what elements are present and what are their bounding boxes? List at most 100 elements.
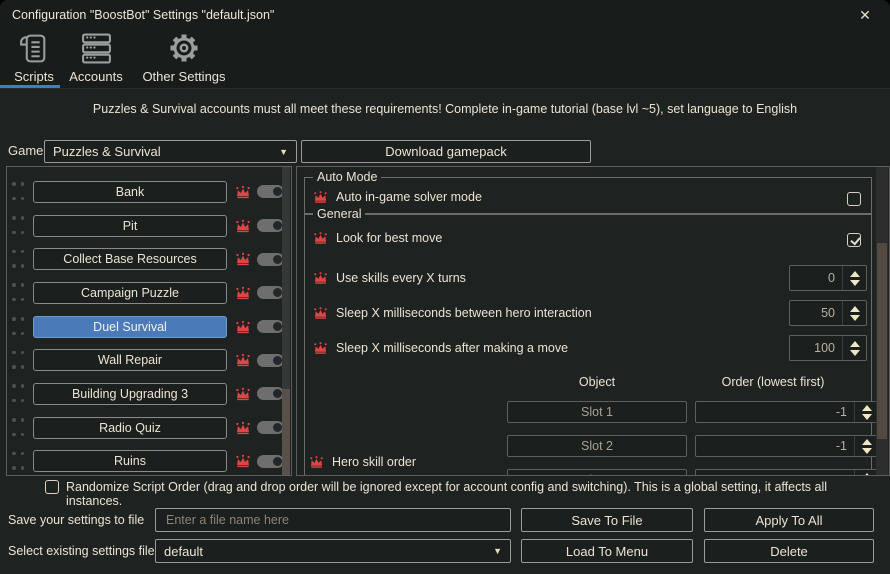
spin-down-icon[interactable] [850, 280, 860, 286]
delete-button[interactable]: Delete [704, 539, 874, 563]
premium-crown-icon [313, 231, 328, 245]
tab-scripts[interactable]: Scripts [6, 32, 62, 86]
auto-solver-checkbox[interactable] [847, 192, 861, 206]
scrollbar-thumb[interactable] [282, 389, 290, 475]
scroll-icon [18, 32, 51, 65]
tab-bar: Scripts Accounts [0, 30, 890, 88]
file-name-input[interactable] [155, 508, 511, 532]
script-toggle[interactable] [257, 387, 284, 400]
title-bar: Configuration "BoostBot" Settings "defau… [0, 0, 890, 30]
script-button-collect-base-resources[interactable]: Collect Base Resources [33, 248, 227, 270]
script-row-campaign-puzzle: Campaign Puzzle [7, 276, 291, 310]
script-toggle[interactable] [257, 354, 284, 367]
script-button-ruins[interactable]: Ruins [33, 450, 227, 472]
settings-panel-scrollbar[interactable] [876, 167, 888, 475]
close-icon: ✕ [859, 7, 871, 24]
script-toggle[interactable] [257, 185, 284, 198]
look-best-move-label: Look for best move [336, 231, 442, 245]
spinbox-value: -1 [696, 436, 854, 456]
spin-down-icon[interactable] [850, 315, 860, 321]
spin-down-icon[interactable] [862, 448, 872, 454]
drag-handle-icon[interactable] [12, 216, 25, 235]
sleep-after-move-spinbox[interactable]: 100 [789, 335, 867, 361]
tab-content-divider [0, 88, 890, 89]
spin-up-icon[interactable] [850, 271, 860, 277]
script-toggle[interactable] [257, 320, 284, 333]
script-button-pit[interactable]: Pit [33, 215, 227, 237]
spin-down-icon[interactable] [850, 350, 860, 356]
spinbox-value: 100 [790, 336, 842, 360]
apply-to-all-button[interactable]: Apply To All [704, 508, 874, 532]
drag-handle-icon[interactable] [12, 351, 25, 370]
general-group-title: General [313, 207, 365, 221]
script-row-bank: Bank [7, 175, 291, 209]
script-row-ruins: Ruins [7, 445, 291, 477]
script-button-wall-repair[interactable]: Wall Repair [33, 349, 227, 371]
save-settings-label: Save your settings to file [8, 513, 144, 527]
tab-other-settings[interactable]: Other Settings [138, 32, 230, 86]
window-title: Configuration "BoostBot" Settings "defau… [12, 0, 274, 30]
premium-crown-icon [313, 341, 328, 355]
script-row-collect-base-resources: Collect Base Resources [7, 242, 291, 276]
sleep-between-hero-spinbox[interactable]: 50 [789, 300, 867, 326]
spinner-arrows[interactable] [854, 402, 878, 422]
spin-up-icon[interactable] [850, 306, 860, 312]
use-skills-spinbox[interactable]: 0 [789, 265, 867, 291]
select-settings-label: Select existing settings file [8, 544, 155, 558]
settings-file-select[interactable]: default ▼ [155, 539, 511, 563]
look-best-move-checkbox[interactable] [847, 233, 861, 247]
close-button[interactable]: ✕ [848, 0, 882, 30]
spin-down-icon[interactable] [862, 414, 872, 420]
spinner-arrows[interactable] [842, 336, 866, 360]
script-row-duel-survival: Duel Survival [7, 310, 291, 344]
drag-handle-icon[interactable] [12, 182, 25, 201]
script-toggle[interactable] [257, 421, 284, 434]
slot-1-order-spinbox[interactable]: -1 [695, 401, 879, 423]
auto-solver-label: Auto in-game solver mode [336, 190, 482, 204]
premium-crown-icon [235, 251, 251, 267]
randomize-order-checkbox[interactable] [45, 480, 59, 494]
script-toggle[interactable] [257, 253, 284, 266]
spinner-arrows[interactable] [854, 436, 878, 456]
script-button-radio-quiz[interactable]: Radio Quiz [33, 417, 227, 439]
spinner-arrows[interactable] [842, 266, 866, 290]
load-to-menu-button[interactable]: Load To Menu [521, 539, 693, 563]
tab-accounts[interactable]: Accounts [64, 32, 128, 86]
tab-other-settings-label: Other Settings [142, 69, 225, 84]
script-list-scrollbar[interactable] [282, 167, 290, 475]
randomize-order-label: Randomize Script Order (drag and drop or… [66, 480, 866, 508]
auto-mode-group: Auto Mode Auto in-game solver mode [304, 177, 872, 214]
spinner-arrows[interactable] [842, 301, 866, 325]
slot-2-order-spinbox[interactable]: -1 [695, 435, 879, 457]
slot-3-button[interactable]: Slot 3 [507, 469, 687, 476]
script-toggle[interactable] [257, 286, 284, 299]
script-toggle[interactable] [257, 455, 284, 468]
save-to-file-button[interactable]: Save To File [521, 508, 693, 532]
script-button-campaign-puzzle[interactable]: Campaign Puzzle [33, 282, 227, 304]
slot-3-order-spinbox[interactable]: -1 [695, 469, 879, 476]
drag-handle-icon[interactable] [12, 250, 25, 269]
game-select[interactable]: Puzzles & Survival ▼ [44, 140, 297, 163]
drag-handle-icon[interactable] [12, 384, 25, 403]
script-button-building-upgrading-3[interactable]: Building Upgrading 3 [33, 383, 227, 405]
download-gamepack-button[interactable]: Download gamepack [301, 140, 591, 163]
drag-handle-icon[interactable] [12, 418, 25, 437]
requirements-notice: Puzzles & Survival accounts must all mee… [0, 102, 890, 116]
script-button-duel-survival[interactable]: Duel Survival [33, 316, 227, 338]
spin-up-icon[interactable] [862, 439, 872, 445]
premium-crown-icon [235, 453, 251, 469]
drag-handle-icon[interactable] [12, 452, 25, 471]
script-toggle[interactable] [257, 219, 284, 232]
spin-up-icon[interactable] [862, 405, 872, 411]
slot-1-button[interactable]: Slot 1 [507, 401, 687, 423]
drag-handle-icon[interactable] [12, 283, 25, 302]
drag-handle-icon[interactable] [12, 317, 25, 336]
spinbox-value: -1 [696, 402, 854, 422]
auto-solver-row: Auto in-game solver mode [313, 190, 863, 210]
scrollbar-thumb[interactable] [877, 243, 887, 439]
premium-crown-icon [235, 218, 251, 234]
premium-crown-icon [235, 386, 251, 402]
slot-2-button[interactable]: Slot 2 [507, 435, 687, 457]
spin-up-icon[interactable] [850, 341, 860, 347]
script-button-bank[interactable]: Bank [33, 181, 227, 203]
